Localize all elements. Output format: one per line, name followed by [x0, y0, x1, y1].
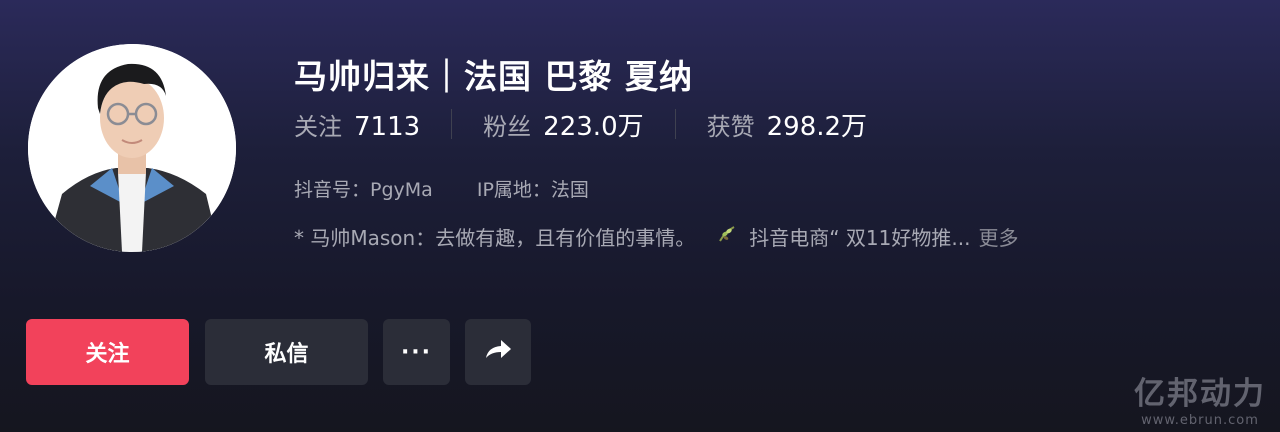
stat-divider: [451, 109, 453, 139]
douyin-id: 抖音号：PgyMa: [294, 179, 433, 201]
stat-divider: [674, 109, 676, 139]
stat-followers[interactable]: 粉丝 223.0万: [483, 106, 643, 143]
watermark-url: www.ebrun.com: [1141, 413, 1259, 428]
stat-following-value: 7113: [354, 111, 421, 142]
ip-location: IP属地：法国: [476, 179, 589, 201]
bio-text: * 马帅Mason：去做有趣，且有价值的事情。: [294, 226, 696, 250]
profile-stats: 关注 7113 粉丝 223.0万 获赞 298.2万: [294, 106, 867, 142]
stat-followers-label: 粉丝: [483, 112, 532, 141]
message-button[interactable]: 私信: [205, 319, 368, 385]
watermark: 亿邦动力 www.ebrun.com: [1134, 368, 1266, 428]
avatar-image: [28, 44, 236, 252]
more-button[interactable]: ···: [383, 319, 450, 385]
profile-name: 马帅归来｜法国 巴黎 夏纳: [294, 57, 693, 96]
bio-more-link[interactable]: 更多: [978, 222, 1018, 251]
profile-bio: * 马帅Mason：去做有趣，且有价值的事情。 抖音电商“ 双11好物推... …: [294, 222, 1018, 251]
stat-likes-label: 获赞: [706, 112, 755, 141]
watermark-brand: 亿邦动力: [1134, 376, 1266, 412]
avatar[interactable]: [28, 44, 236, 252]
stat-following-label: 关注: [294, 112, 342, 141]
stat-likes: 获赞 298.2万: [707, 106, 867, 143]
share-button[interactable]: [465, 319, 531, 385]
stat-likes-value: 298.2万: [766, 111, 868, 142]
stat-followers-value: 223.0万: [543, 111, 644, 142]
stat-following[interactable]: 关注 7113: [294, 107, 420, 142]
leaf-icon: [717, 224, 737, 249]
bio-extra: 抖音电商“ 双11好物推...: [749, 226, 971, 250]
follow-button[interactable]: 关注: [26, 319, 189, 385]
share-arrow-icon: [483, 337, 513, 367]
profile-meta: 抖音号：PgyMa IP属地：法国: [294, 175, 589, 202]
